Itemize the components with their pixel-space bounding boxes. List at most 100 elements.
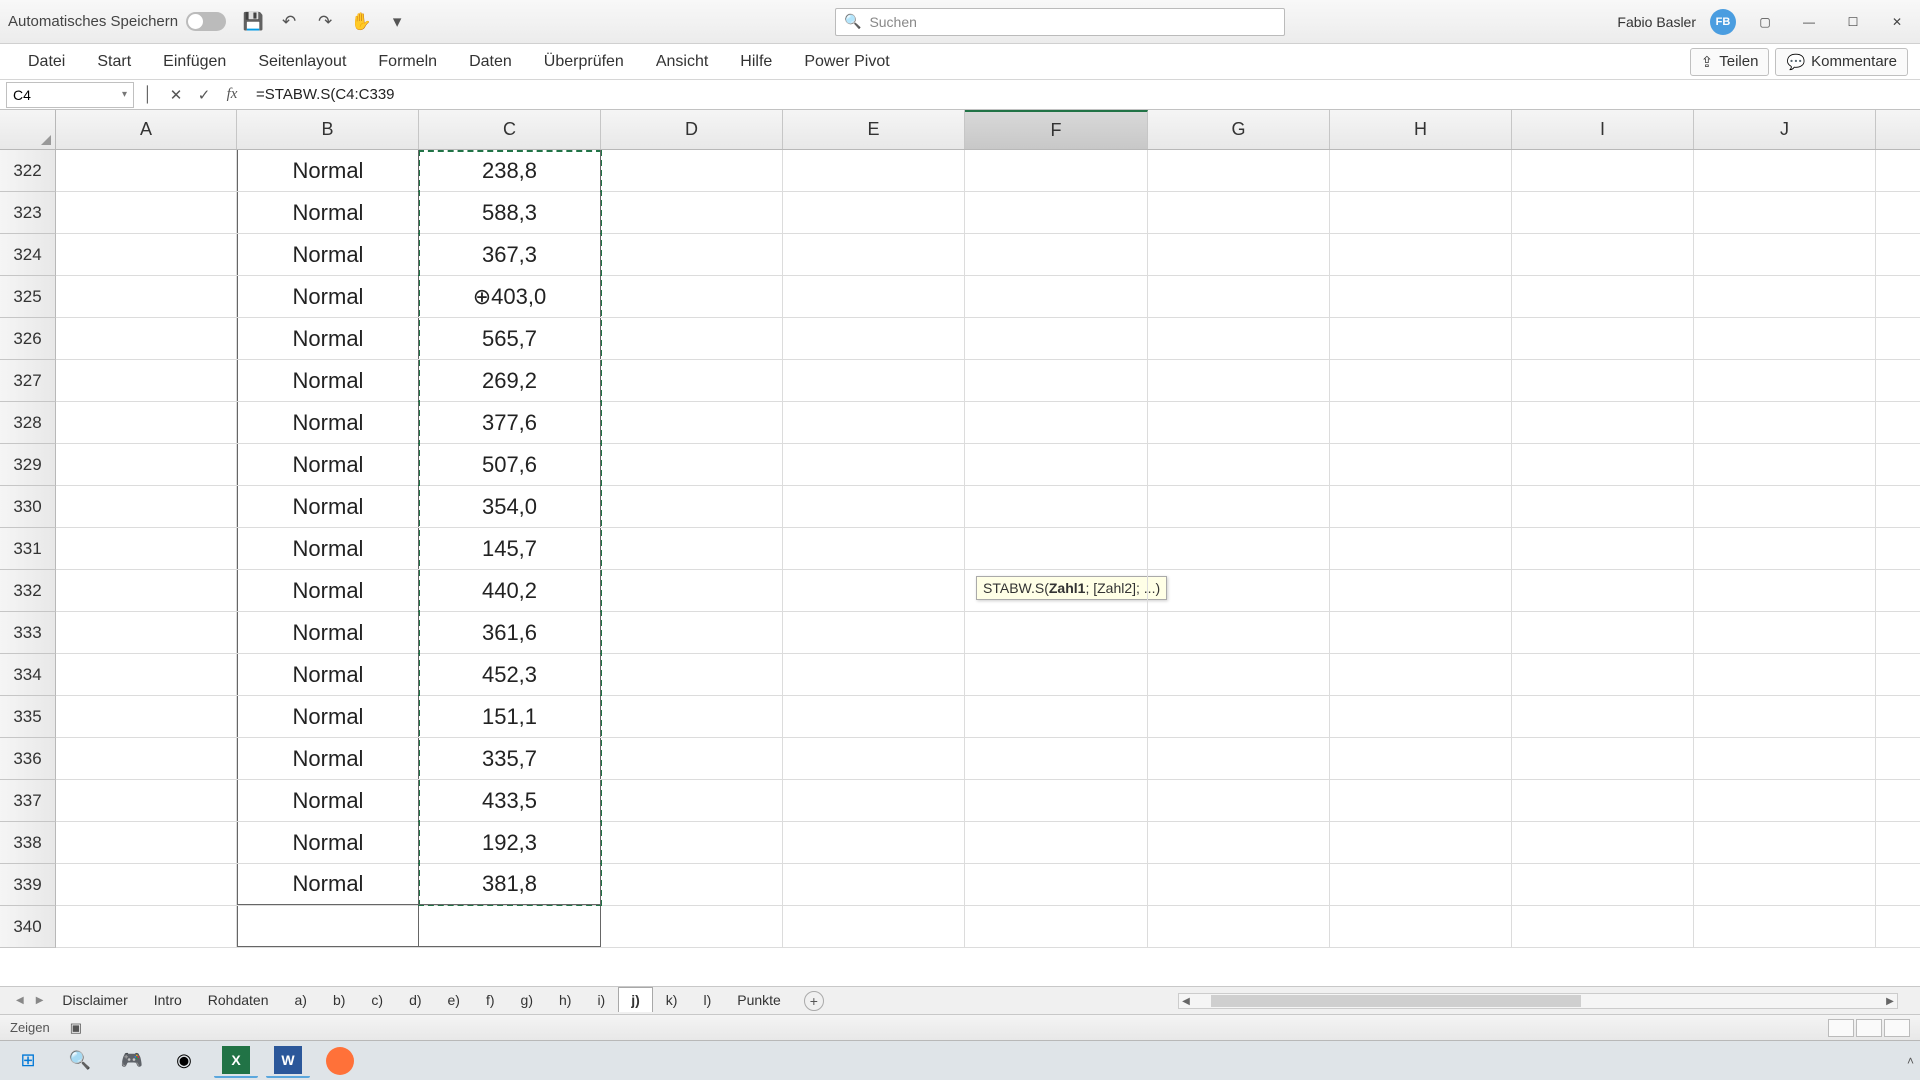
cell-B331[interactable]: Normal (237, 528, 419, 569)
cell-I327[interactable] (1512, 360, 1694, 401)
cell-J327[interactable] (1694, 360, 1876, 401)
cell-E338[interactable] (783, 822, 965, 863)
cell-G337[interactable] (1148, 780, 1330, 821)
undo-icon[interactable]: ↶ (280, 13, 298, 31)
row-header-322[interactable]: 322 (0, 150, 56, 192)
cell-F334[interactable] (965, 654, 1148, 695)
column-header-G[interactable]: G (1148, 110, 1330, 149)
column-header-C[interactable]: C (419, 110, 601, 149)
sheet-tab-e[interactable]: e) (435, 987, 473, 1013)
cell-F330[interactable] (965, 486, 1148, 527)
cell-B339[interactable]: Normal (237, 864, 419, 905)
cell-A325[interactable] (56, 276, 237, 317)
cell-F327[interactable] (965, 360, 1148, 401)
cell-A327[interactable] (56, 360, 237, 401)
cell-E328[interactable] (783, 402, 965, 443)
cell-G324[interactable] (1148, 234, 1330, 275)
tab-einfuegen[interactable]: Einfügen (147, 44, 242, 80)
cell-G339[interactable] (1148, 864, 1330, 905)
cell-F322[interactable] (965, 150, 1148, 191)
cell-C331[interactable]: 145,7 (419, 528, 601, 569)
cell-C330[interactable]: 354,0 (419, 486, 601, 527)
cell-B337[interactable]: Normal (237, 780, 419, 821)
tab-hilfe[interactable]: Hilfe (724, 44, 788, 80)
cell-E333[interactable] (783, 612, 965, 653)
sheet-tab-Disclaimer[interactable]: Disclaimer (49, 987, 140, 1013)
cell-E329[interactable] (783, 444, 965, 485)
sheet-tab-d[interactable]: d) (396, 987, 434, 1013)
cell-F331[interactable] (965, 528, 1148, 569)
user-name[interactable]: Fabio Basler (1617, 14, 1696, 30)
tray-chevron-icon[interactable]: ˄ (1907, 1054, 1914, 1068)
cell-B329[interactable]: Normal (237, 444, 419, 485)
cell-A335[interactable] (56, 696, 237, 737)
sheet-tab-l[interactable]: l) (690, 987, 724, 1013)
cell-H337[interactable] (1330, 780, 1512, 821)
cell-D339[interactable] (601, 864, 783, 905)
cell-H339[interactable] (1330, 864, 1512, 905)
cell-E334[interactable] (783, 654, 965, 695)
cell-C340[interactable] (419, 906, 601, 947)
cell-G331[interactable] (1148, 528, 1330, 569)
cell-I329[interactable] (1512, 444, 1694, 485)
select-all-corner[interactable] (0, 110, 56, 150)
cell-D328[interactable] (601, 402, 783, 443)
cell-B322[interactable]: Normal (237, 150, 419, 191)
cell-G327[interactable] (1148, 360, 1330, 401)
tab-powerpivot[interactable]: Power Pivot (788, 44, 905, 80)
cell-H331[interactable] (1330, 528, 1512, 569)
cell-E327[interactable] (783, 360, 965, 401)
cell-E339[interactable] (783, 864, 965, 905)
cell-G329[interactable] (1148, 444, 1330, 485)
row-header-325[interactable]: 325 (0, 276, 56, 318)
scrollbar-thumb[interactable] (1211, 995, 1581, 1007)
cell-E335[interactable] (783, 696, 965, 737)
cell-G326[interactable] (1148, 318, 1330, 359)
cell-D322[interactable] (601, 150, 783, 191)
cell-F337[interactable] (965, 780, 1148, 821)
search-taskbar-button[interactable]: 🔍 (58, 1044, 102, 1078)
cell-D332[interactable] (601, 570, 783, 611)
cell-F338[interactable] (965, 822, 1148, 863)
cell-A324[interactable] (56, 234, 237, 275)
row-header-331[interactable]: 331 (0, 528, 56, 570)
search-box[interactable]: 🔍 Suchen (835, 8, 1285, 36)
cell-A331[interactable] (56, 528, 237, 569)
page-layout-view-icon[interactable] (1856, 1019, 1882, 1037)
cell-J328[interactable] (1694, 402, 1876, 443)
cell-H332[interactable] (1330, 570, 1512, 611)
maximize-icon[interactable]: ☐ (1838, 11, 1868, 33)
formula-input[interactable]: =STABW.S(C4:C339 (246, 86, 1920, 103)
cell-C333[interactable]: 361,6 (419, 612, 601, 653)
cell-A323[interactable] (56, 192, 237, 233)
system-tray[interactable]: ˄ (1907, 1054, 1914, 1068)
cell-C339[interactable]: 381,8 (419, 864, 601, 905)
cell-E330[interactable] (783, 486, 965, 527)
cell-G338[interactable] (1148, 822, 1330, 863)
cell-C329[interactable]: 507,6 (419, 444, 601, 485)
column-header-I[interactable]: I (1512, 110, 1694, 149)
column-header-J[interactable]: J (1694, 110, 1876, 149)
comments-button[interactable]: 💬 Kommentare (1775, 48, 1908, 76)
start-button[interactable]: ⊞ (6, 1044, 50, 1078)
cell-J324[interactable] (1694, 234, 1876, 275)
row-header-334[interactable]: 334 (0, 654, 56, 696)
cell-C328[interactable]: 377,6 (419, 402, 601, 443)
redo-icon[interactable]: ↷ (316, 13, 334, 31)
cell-F326[interactable] (965, 318, 1148, 359)
cell-D327[interactable] (601, 360, 783, 401)
cell-F328[interactable] (965, 402, 1148, 443)
minimize-icon[interactable]: ― (1794, 11, 1824, 33)
column-header-A[interactable]: A (56, 110, 237, 149)
cell-I335[interactable] (1512, 696, 1694, 737)
cell-H336[interactable] (1330, 738, 1512, 779)
sheet-tab-i[interactable]: i) (584, 987, 618, 1013)
sheet-tab-h[interactable]: h) (546, 987, 584, 1013)
sheet-tab-j[interactable]: j) (618, 987, 653, 1012)
tab-ueberpruefen[interactable]: Überprüfen (528, 44, 640, 80)
cell-F324[interactable] (965, 234, 1148, 275)
sheet-tab-b[interactable]: b) (320, 987, 358, 1013)
cell-I339[interactable] (1512, 864, 1694, 905)
cell-F333[interactable] (965, 612, 1148, 653)
cell-G328[interactable] (1148, 402, 1330, 443)
